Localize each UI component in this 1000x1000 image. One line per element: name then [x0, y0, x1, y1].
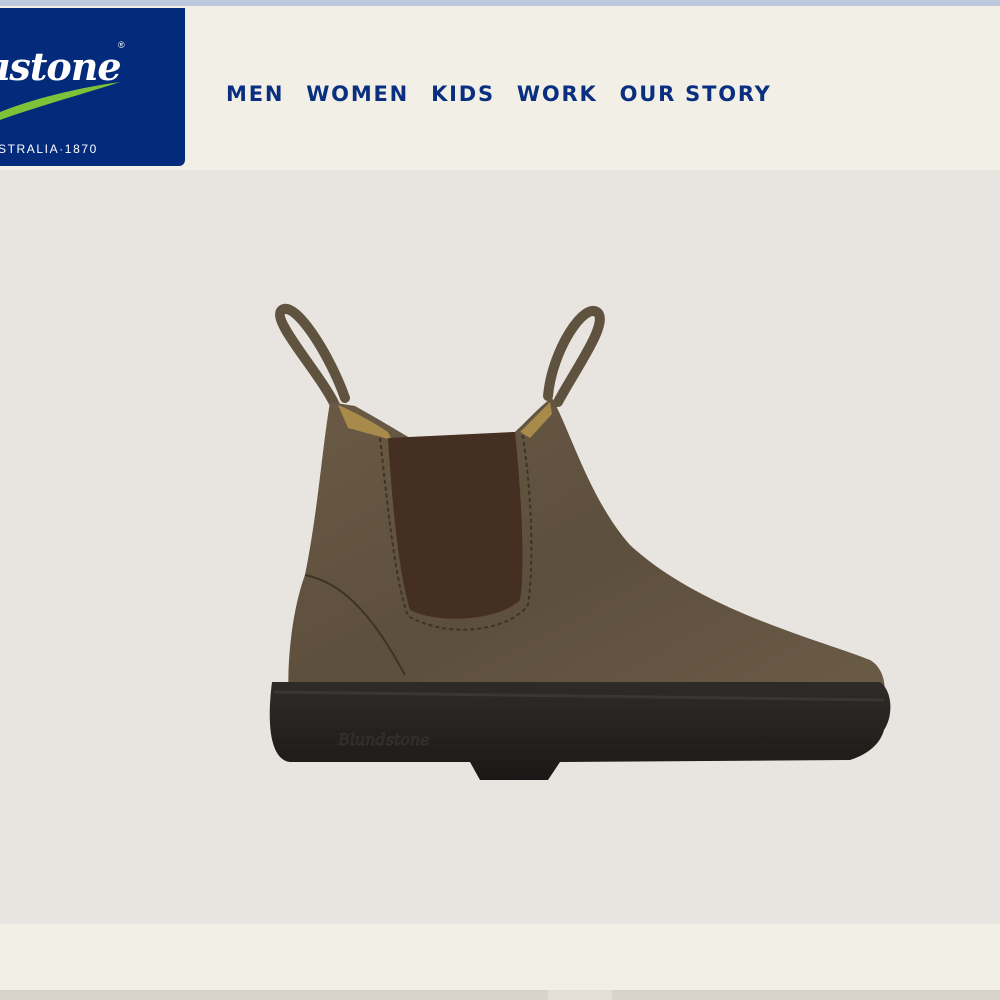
bottom-bar-segment	[612, 990, 1000, 1000]
footer-band	[0, 924, 1000, 990]
nav-kids[interactable]: KIDS	[431, 82, 495, 106]
nav-men[interactable]: MEN	[226, 82, 284, 106]
sole-emboss: Blundstone	[337, 730, 430, 749]
nav-work[interactable]: WORK	[517, 82, 598, 106]
bottom-bar-segment	[0, 990, 548, 1000]
nav-our-story[interactable]: OUR STORY	[620, 82, 772, 106]
logo-tagline: STRALIA·1870	[0, 142, 98, 156]
logo-swoosh-icon	[0, 82, 120, 120]
bottom-bar	[0, 990, 1000, 1000]
product-boot-image[interactable]: Blundstone	[0, 170, 1000, 924]
nav-women[interactable]: WOMEN	[306, 82, 409, 106]
logo-registered-mark: ®	[118, 40, 125, 50]
product-hero: Blundstone	[0, 170, 1000, 924]
main-nav: MEN WOMEN KIDS WORK OUR STORY	[226, 82, 794, 106]
brand-logo[interactable]: ıstone ® STRALIA·1870	[0, 8, 185, 166]
